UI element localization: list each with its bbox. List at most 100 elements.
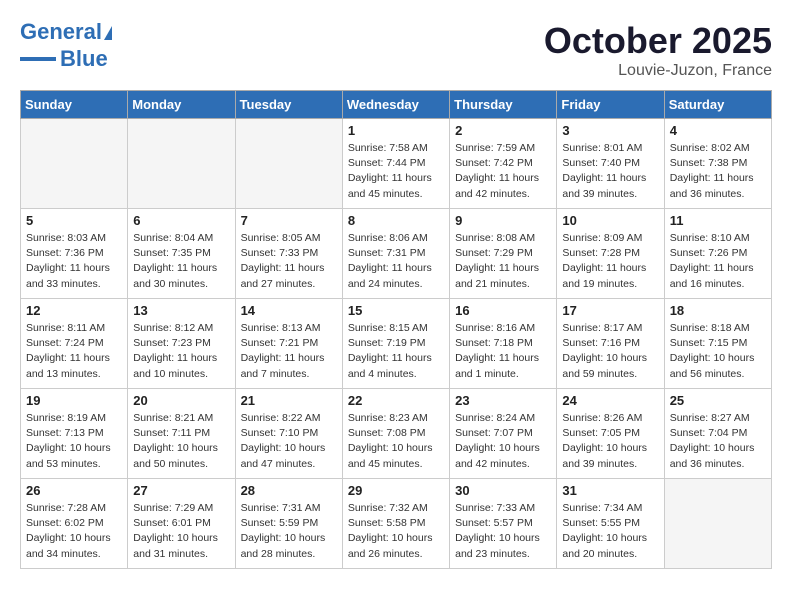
weekday-header-row: SundayMondayTuesdayWednesdayThursdayFrid… [21, 91, 772, 119]
weekday-header-cell: Saturday [664, 91, 771, 119]
day-number: 16 [455, 303, 551, 318]
calendar-table: SundayMondayTuesdayWednesdayThursdayFrid… [20, 90, 772, 569]
weekday-header-cell: Wednesday [342, 91, 449, 119]
calendar-day-cell: 17Sunrise: 8:17 AM Sunset: 7:16 PM Dayli… [557, 299, 664, 389]
calendar-day-cell: 5 Sunrise: 8:03 AM Sunset: 7:36 PM Daylig… [21, 209, 128, 299]
day-info: Sunrise: 8:16 AM Sunset: 7:18 PM Dayligh… [455, 321, 551, 382]
calendar-day-cell: 10Sunrise: 8:09 AM Sunset: 7:28 PM Dayli… [557, 209, 664, 299]
day-info: Sunrise: 8:15 AM Sunset: 7:19 PM Dayligh… [348, 321, 444, 382]
calendar-day-cell: 12 Sunrise: 8:11 AM Sunset: 7:24 PM Dayli… [21, 299, 128, 389]
calendar-day-cell: 20 Sunrise: 8:21 AM Sunset: 7:11 PM Dayli… [128, 389, 235, 479]
day-info: Sunrise: 8:17 AM Sunset: 7:16 PM Dayligh… [562, 321, 658, 382]
calendar-day-cell [21, 119, 128, 209]
month-title: October 2025 [544, 20, 772, 62]
day-info: Sunrise: 8:26 AM Sunset: 7:05 PM Dayligh… [562, 411, 658, 472]
title-block: October 2025 Louvie-Juzon, France [544, 20, 772, 80]
calendar-day-cell: 3 Sunrise: 8:01 AM Sunset: 7:40 PM Daylig… [557, 119, 664, 209]
day-number: 4 [670, 123, 766, 138]
calendar-day-cell: 26 Sunrise: 7:28 AM Sunset: 6:02 PM Dayli… [21, 479, 128, 569]
day-number: 29 [348, 483, 444, 498]
day-info: Sunrise: 7:33 AM Sunset: 5:57 PM Dayligh… [455, 501, 551, 562]
day-number: 8 [348, 213, 444, 228]
calendar-day-cell: 30 Sunrise: 7:33 AM Sunset: 5:57 PM Dayli… [450, 479, 557, 569]
day-number: 1 [348, 123, 444, 138]
day-number: 19 [26, 393, 122, 408]
calendar-day-cell: 21Sunrise: 8:22 AM Sunset: 7:10 PM Dayli… [235, 389, 342, 479]
location: Louvie-Juzon, France [544, 62, 772, 80]
calendar-week-row: 5 Sunrise: 8:03 AM Sunset: 7:36 PM Daylig… [21, 209, 772, 299]
day-info: Sunrise: 8:03 AM Sunset: 7:36 PM Dayligh… [26, 231, 122, 292]
calendar-day-cell: 28Sunrise: 7:31 AM Sunset: 5:59 PM Dayli… [235, 479, 342, 569]
day-info: Sunrise: 8:11 AM Sunset: 7:24 PM Dayligh… [26, 321, 122, 382]
calendar-day-cell: 27 Sunrise: 7:29 AM Sunset: 6:01 PM Dayli… [128, 479, 235, 569]
day-number: 20 [133, 393, 229, 408]
day-info: Sunrise: 7:29 AM Sunset: 6:01 PM Dayligh… [133, 501, 229, 562]
calendar-day-cell: 29 Sunrise: 7:32 AM Sunset: 5:58 PM Dayli… [342, 479, 449, 569]
calendar-week-row: 26 Sunrise: 7:28 AM Sunset: 6:02 PM Dayli… [21, 479, 772, 569]
calendar-day-cell [664, 479, 771, 569]
day-number: 30 [455, 483, 551, 498]
weekday-header-cell: Sunday [21, 91, 128, 119]
day-info: Sunrise: 8:21 AM Sunset: 7:11 PM Dayligh… [133, 411, 229, 472]
day-number: 5 [26, 213, 122, 228]
day-info: Sunrise: 8:01 AM Sunset: 7:40 PM Dayligh… [562, 141, 658, 202]
day-info: Sunrise: 7:34 AM Sunset: 5:55 PM Dayligh… [562, 501, 658, 562]
day-number: 25 [670, 393, 766, 408]
day-number: 14 [241, 303, 337, 318]
day-info: Sunrise: 8:10 AM Sunset: 7:26 PM Dayligh… [670, 231, 766, 292]
day-info: Sunrise: 8:08 AM Sunset: 7:29 PM Dayligh… [455, 231, 551, 292]
day-info: Sunrise: 8:24 AM Sunset: 7:07 PM Dayligh… [455, 411, 551, 472]
day-number: 9 [455, 213, 551, 228]
calendar-day-cell: 7Sunrise: 8:05 AM Sunset: 7:33 PM Daylig… [235, 209, 342, 299]
calendar-day-cell: 4 Sunrise: 8:02 AM Sunset: 7:38 PM Daylig… [664, 119, 771, 209]
day-number: 10 [562, 213, 658, 228]
day-info: Sunrise: 7:32 AM Sunset: 5:58 PM Dayligh… [348, 501, 444, 562]
day-number: 12 [26, 303, 122, 318]
calendar-day-cell: 1 Sunrise: 7:58 AM Sunset: 7:44 PM Daylig… [342, 119, 449, 209]
calendar-week-row: 12 Sunrise: 8:11 AM Sunset: 7:24 PM Dayli… [21, 299, 772, 389]
day-number: 15 [348, 303, 444, 318]
calendar-week-row: 1 Sunrise: 7:58 AM Sunset: 7:44 PM Daylig… [21, 119, 772, 209]
day-number: 21 [241, 393, 337, 408]
day-info: Sunrise: 8:13 AM Sunset: 7:21 PM Dayligh… [241, 321, 337, 382]
weekday-header-cell: Tuesday [235, 91, 342, 119]
calendar-day-cell: 9 Sunrise: 8:08 AM Sunset: 7:29 PM Daylig… [450, 209, 557, 299]
day-number: 26 [26, 483, 122, 498]
calendar-day-cell: 2Sunrise: 7:59 AM Sunset: 7:42 PM Daylig… [450, 119, 557, 209]
calendar-day-cell: 16 Sunrise: 8:16 AM Sunset: 7:18 PM Dayli… [450, 299, 557, 389]
calendar-day-cell: 18Sunrise: 8:18 AM Sunset: 7:15 PM Dayli… [664, 299, 771, 389]
calendar-day-cell [128, 119, 235, 209]
day-number: 31 [562, 483, 658, 498]
day-number: 13 [133, 303, 229, 318]
day-number: 18 [670, 303, 766, 318]
calendar-day-cell: 22Sunrise: 8:23 AM Sunset: 7:08 PM Dayli… [342, 389, 449, 479]
calendar-day-cell: 24Sunrise: 8:26 AM Sunset: 7:05 PM Dayli… [557, 389, 664, 479]
day-number: 3 [562, 123, 658, 138]
day-number: 28 [241, 483, 337, 498]
calendar-day-cell: 13 Sunrise: 8:12 AM Sunset: 7:23 PM Dayli… [128, 299, 235, 389]
day-number: 27 [133, 483, 229, 498]
calendar-day-cell: 23Sunrise: 8:24 AM Sunset: 7:07 PM Dayli… [450, 389, 557, 479]
day-info: Sunrise: 7:28 AM Sunset: 6:02 PM Dayligh… [26, 501, 122, 562]
calendar-day-cell: 8 Sunrise: 8:06 AM Sunset: 7:31 PM Daylig… [342, 209, 449, 299]
day-info: Sunrise: 8:06 AM Sunset: 7:31 PM Dayligh… [348, 231, 444, 292]
day-info: Sunrise: 8:04 AM Sunset: 7:35 PM Dayligh… [133, 231, 229, 292]
day-number: 2 [455, 123, 551, 138]
calendar-day-cell [235, 119, 342, 209]
calendar-day-cell: 14 Sunrise: 8:13 AM Sunset: 7:21 PM Dayli… [235, 299, 342, 389]
page-header: General Blue October 2025 Louvie-Juzon, … [20, 20, 772, 80]
day-info: Sunrise: 8:02 AM Sunset: 7:38 PM Dayligh… [670, 141, 766, 202]
day-info: Sunrise: 8:19 AM Sunset: 7:13 PM Dayligh… [26, 411, 122, 472]
calendar-day-cell: 31 Sunrise: 7:34 AM Sunset: 5:55 PM Dayli… [557, 479, 664, 569]
logo: General Blue [20, 20, 112, 72]
calendar-week-row: 19 Sunrise: 8:19 AM Sunset: 7:13 PM Dayli… [21, 389, 772, 479]
calendar-day-cell: 6Sunrise: 8:04 AM Sunset: 7:35 PM Daylig… [128, 209, 235, 299]
calendar-day-cell: 25Sunrise: 8:27 AM Sunset: 7:04 PM Dayli… [664, 389, 771, 479]
logo-blue: Blue [60, 46, 108, 72]
day-info: Sunrise: 7:58 AM Sunset: 7:44 PM Dayligh… [348, 141, 444, 202]
weekday-header-cell: Thursday [450, 91, 557, 119]
day-info: Sunrise: 8:12 AM Sunset: 7:23 PM Dayligh… [133, 321, 229, 382]
day-number: 22 [348, 393, 444, 408]
calendar-day-cell: 19 Sunrise: 8:19 AM Sunset: 7:13 PM Dayli… [21, 389, 128, 479]
day-info: Sunrise: 8:05 AM Sunset: 7:33 PM Dayligh… [241, 231, 337, 292]
